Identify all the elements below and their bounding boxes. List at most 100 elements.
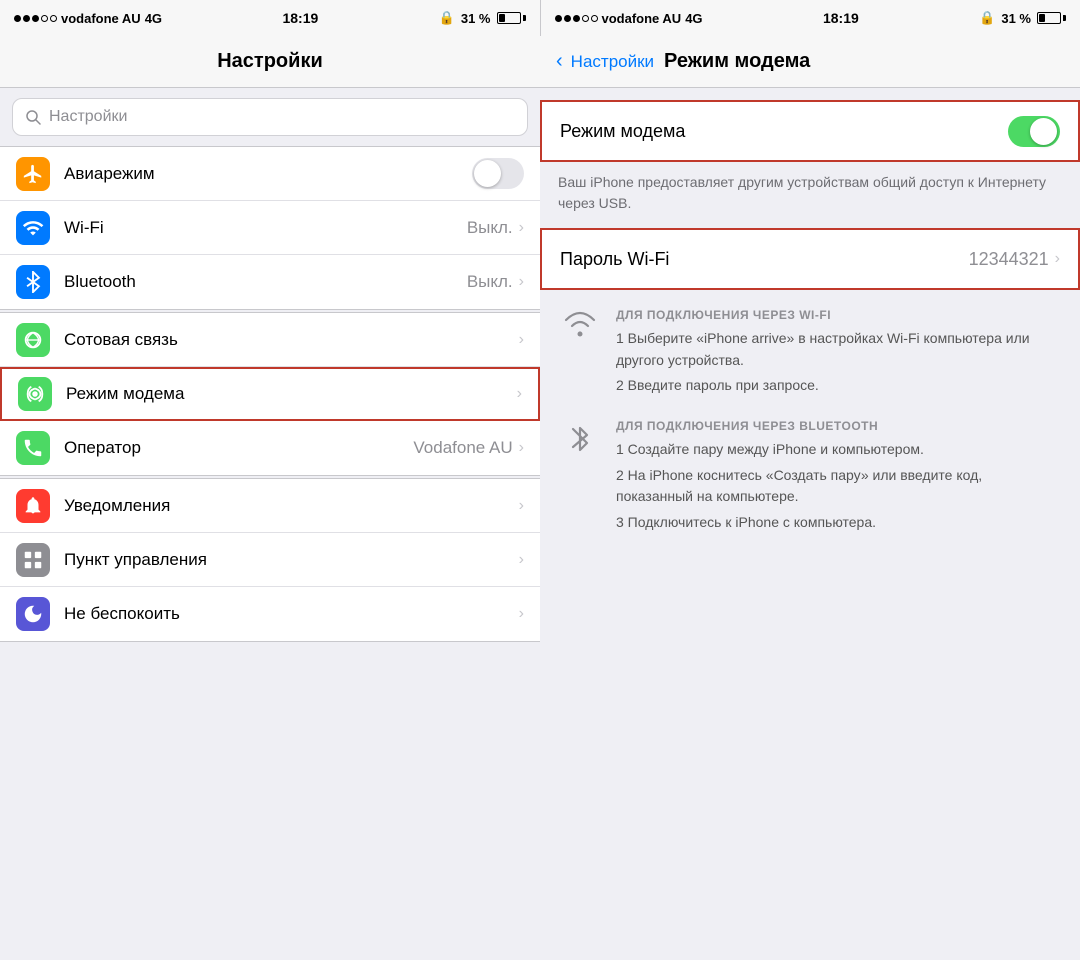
wifi-step1: 1 Выберите «iPhone arrive» в настройках …	[616, 328, 1062, 371]
dnd-label: Не беспокоить	[64, 604, 519, 624]
settings-item-notifications[interactable]: Уведомления ›	[0, 479, 540, 533]
battery-fill-right	[1039, 14, 1045, 22]
right-nav-header: ‹ Настройки Режим модема	[540, 36, 1080, 88]
carrier-left: vodafone AU	[61, 11, 141, 26]
wifi-instruction-text: ДЛЯ ПОДКЛЮЧЕНИЯ ЧЕРЕЗ WI-FI 1 Выберите «…	[616, 308, 1062, 401]
carrier-label: Оператор	[64, 438, 413, 458]
wifi-instruction-icon	[558, 308, 602, 401]
carrier-icon	[16, 431, 50, 465]
right-content: Режим модема Ваш iPhone предоставляет др…	[540, 88, 1080, 960]
bluetooth-value: Выкл.	[467, 272, 513, 292]
battery-pct-right: 31 %	[1001, 11, 1031, 26]
wifi-icon	[16, 211, 50, 245]
network-right: 4G	[685, 11, 702, 26]
status-bar: vodafone AU 4G 18:19 🔒 31 %	[0, 0, 1080, 36]
section-network: Сотовая связь › Режим модема	[0, 312, 540, 476]
bt-step1: 1 Создайте пару между iPhone и компьютер…	[616, 439, 1062, 461]
settings-item-hotspot[interactable]: Режим модема ›	[0, 367, 540, 421]
left-nav-title: Настройки	[217, 50, 323, 73]
settings-item-wifi[interactable]: Wi-Fi Выкл. ›	[0, 201, 540, 255]
battery-text-right: 🔒	[979, 10, 995, 26]
modem-toggle-section: Режим модема	[540, 100, 1080, 162]
rdot5	[591, 15, 598, 22]
bt-step2: 2 На iPhone коснитесь «Создать пару» или…	[616, 465, 1062, 508]
bt-instruction-icon	[558, 419, 602, 538]
hotspot-chevron-icon: ›	[517, 385, 522, 403]
time-right: 18:19	[823, 10, 859, 26]
wifi-password-label: Пароль Wi-Fi	[560, 249, 969, 270]
carrier-chevron-icon: ›	[519, 439, 524, 457]
bluetooth-icon	[16, 265, 50, 299]
password-chevron-icon: ›	[1055, 250, 1060, 268]
bt-instruction-block: ДЛЯ ПОДКЛЮЧЕНИЯ ЧЕРЕЗ BLUETOOTH 1 Создай…	[558, 419, 1062, 538]
hotspot-icon	[18, 377, 52, 411]
hotspot-label: Режим модема	[66, 384, 517, 404]
wifi-chevron-icon: ›	[519, 219, 524, 237]
back-chevron-icon: ‹	[556, 50, 563, 73]
settings-item-dnd[interactable]: Не беспокоить ›	[0, 587, 540, 641]
status-bar-left: vodafone AU 4G 18:19 🔒 31 %	[0, 0, 540, 36]
notifications-icon	[16, 489, 50, 523]
signal-right	[555, 15, 598, 22]
cellular-label: Сотовая связь	[64, 330, 519, 350]
settings-item-airplane[interactable]: Авиарежим	[0, 147, 540, 201]
carrier-info-left: vodafone AU 4G	[14, 11, 162, 26]
battery-tip-left	[523, 15, 526, 21]
airplane-icon	[16, 157, 50, 191]
dot2	[23, 15, 30, 22]
password-row[interactable]: Пароль Wi-Fi 12344321 ›	[542, 230, 1078, 288]
modem-toggle-row[interactable]: Режим модема	[542, 102, 1078, 160]
wifi-step2: 2 Введите пароль при запросе.	[616, 375, 1062, 397]
right-nav-title: Режим модема	[664, 50, 810, 73]
cellular-chevron-icon: ›	[519, 331, 524, 349]
modem-toggle-label: Режим модема	[560, 121, 1008, 142]
bt-heading: ДЛЯ ПОДКЛЮЧЕНИЯ ЧЕРЕЗ BLUETOOTH	[616, 419, 1062, 433]
battery-fill-left	[499, 14, 505, 22]
bt-step3: 3 Подключитесь к iPhone с компьютера.	[616, 512, 1062, 534]
wifi-value: Выкл.	[467, 218, 513, 238]
control-chevron-icon: ›	[519, 551, 524, 569]
control-label: Пункт управления	[64, 550, 519, 570]
instructions: ДЛЯ ПОДКЛЮЧЕНИЯ ЧЕРЕЗ WI-FI 1 Выберите «…	[540, 290, 1080, 538]
search-icon	[25, 109, 41, 125]
wifi-label: Wi-Fi	[64, 218, 467, 238]
search-placeholder: Настройки	[49, 108, 127, 126]
wifi-instruction-block: ДЛЯ ПОДКЛЮЧЕНИЯ ЧЕРЕЗ WI-FI 1 Выберите «…	[558, 308, 1062, 401]
content-area: Настройки Настройки Авиарежим	[0, 36, 1080, 960]
battery-body-left	[497, 12, 521, 24]
airplane-toggle-thumb	[474, 160, 501, 187]
control-icon	[16, 543, 50, 577]
battery-text-left: 🔒	[439, 10, 455, 26]
wifi-password-value: 12344321	[969, 249, 1049, 270]
settings-item-control[interactable]: Пункт управления ›	[0, 533, 540, 587]
settings-item-cellular[interactable]: Сотовая связь ›	[0, 313, 540, 367]
search-container: Настройки	[0, 88, 540, 146]
settings-item-carrier[interactable]: Оператор Vodafone AU ›	[0, 421, 540, 475]
bt-instruction-text: ДЛЯ ПОДКЛЮЧЕНИЯ ЧЕРЕЗ BLUETOOTH 1 Создай…	[616, 419, 1062, 538]
dot1	[14, 15, 21, 22]
cellular-icon	[16, 323, 50, 357]
dot5	[50, 15, 57, 22]
airplane-label: Авиарежим	[64, 164, 472, 184]
modem-description: Ваш iPhone предоставляет другим устройст…	[540, 162, 1080, 228]
carrier-value: Vodafone AU	[413, 438, 512, 458]
dot3	[32, 15, 39, 22]
status-bar-right: vodafone AU 4G 18:19 🔒 31 %	[541, 0, 1080, 36]
left-panel: Настройки Настройки Авиарежим	[0, 36, 540, 960]
carrier-info-right: vodafone AU 4G	[555, 11, 703, 26]
carrier-right: vodafone AU	[602, 11, 682, 26]
right-panel: ‹ Настройки Режим модема Режим модема Ва…	[540, 36, 1080, 960]
battery-body-right	[1037, 12, 1061, 24]
wifi-heading: ДЛЯ ПОДКЛЮЧЕНИЯ ЧЕРЕЗ WI-FI	[616, 308, 1062, 322]
airplane-toggle[interactable]	[472, 158, 524, 189]
section-system: Уведомления › Пункт управления ›	[0, 478, 540, 642]
battery-tip-right	[1063, 15, 1066, 21]
settings-item-bluetooth[interactable]: Bluetooth Выкл. ›	[0, 255, 540, 309]
notifications-label: Уведомления	[64, 496, 519, 516]
bluetooth-label: Bluetooth	[64, 272, 467, 292]
modem-toggle[interactable]	[1008, 116, 1060, 147]
search-box[interactable]: Настройки	[12, 98, 528, 136]
back-label[interactable]: Настройки	[571, 52, 654, 72]
settings-list: Авиарежим Wi-Fi Выкл. ›	[0, 146, 540, 960]
rdot1	[555, 15, 562, 22]
